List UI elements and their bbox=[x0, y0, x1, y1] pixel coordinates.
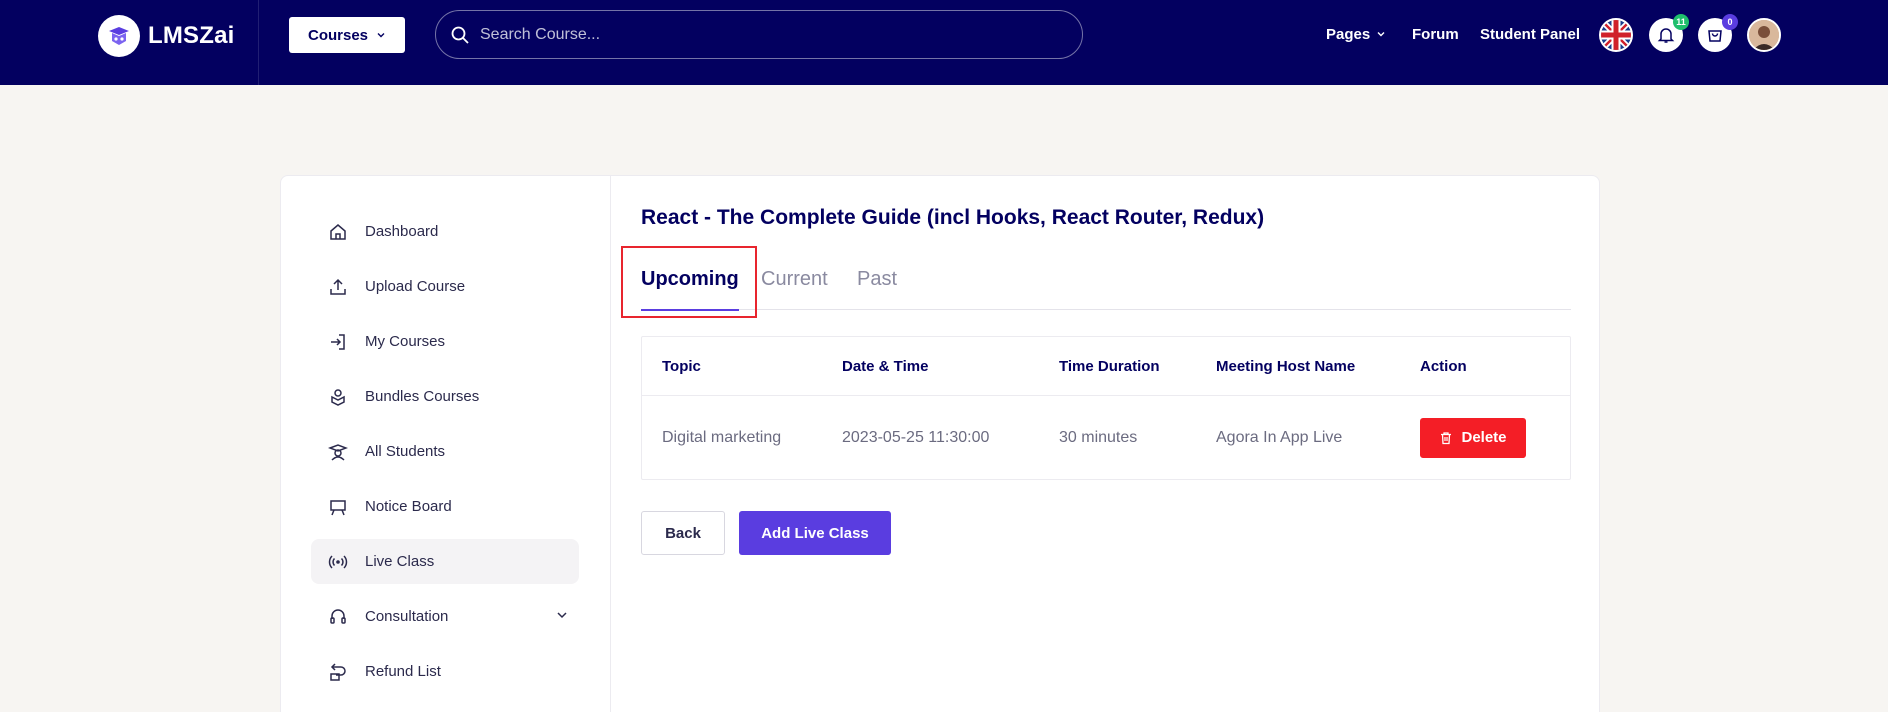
sidebar-item-dashboard[interactable]: Dashboard bbox=[311, 209, 579, 254]
cell-action: Delete bbox=[1400, 417, 1570, 458]
sidebar-item-my-courses[interactable]: My Courses bbox=[311, 319, 579, 364]
sidebar-item-label: Live Class bbox=[365, 553, 435, 570]
dashboard-card: Dashboard Upload Course My Courses Bundl… bbox=[280, 175, 1600, 712]
course-title: React - The Complete Guide (incl Hooks, … bbox=[641, 206, 1265, 229]
refund-icon bbox=[327, 661, 349, 683]
login-icon bbox=[327, 331, 349, 353]
trash-icon bbox=[1441, 431, 1452, 444]
notification-button[interactable]: 11 bbox=[1649, 14, 1689, 52]
header-meeting-host: Meeting Host Name bbox=[1216, 357, 1356, 375]
sidebar-item-label: Dashboard bbox=[365, 223, 439, 240]
brand-name: LMSZai bbox=[148, 22, 235, 49]
bundle-icon bbox=[327, 386, 349, 408]
home-icon bbox=[327, 221, 349, 243]
sidebar-item-label: Consultation bbox=[365, 608, 449, 625]
sidebar-item-label: Upload Course bbox=[365, 278, 466, 295]
sidebar-item-label: Bundles Courses bbox=[365, 388, 480, 405]
uk-flag-icon bbox=[1601, 20, 1631, 50]
cart-icon bbox=[1708, 30, 1722, 42]
cell-host: Agora In App Live bbox=[1216, 428, 1343, 446]
tab-current[interactable]: Current bbox=[761, 268, 828, 310]
search-icon bbox=[451, 26, 469, 44]
brand-logo-icon bbox=[98, 15, 140, 57]
notification-count-badge: 11 bbox=[1673, 14, 1689, 30]
sidebar-item-live-class[interactable]: Live Class bbox=[311, 539, 579, 584]
language-flag-button[interactable] bbox=[1599, 18, 1633, 52]
sidebar-item-all-students[interactable]: All Students bbox=[311, 429, 579, 474]
search-bar bbox=[435, 10, 1083, 59]
chevron-down-icon bbox=[557, 612, 567, 619]
top-navbar: LMSZai Courses Pages Forum Student Panel… bbox=[0, 0, 1888, 85]
sidebar-item-bundles-courses[interactable]: Bundles Courses bbox=[311, 374, 579, 419]
search-input[interactable] bbox=[480, 25, 1040, 44]
broadcast-icon bbox=[327, 551, 349, 573]
avatar-icon bbox=[1749, 20, 1779, 50]
delete-button[interactable]: Delete bbox=[1420, 417, 1526, 458]
upload-icon bbox=[327, 276, 349, 298]
delete-label: Delete bbox=[1461, 429, 1507, 446]
header-topic: Topic bbox=[662, 357, 701, 375]
back-button[interactable]: Back bbox=[641, 511, 725, 555]
nav-forum[interactable]: Forum bbox=[1412, 22, 1459, 46]
courses-label: Courses bbox=[307, 26, 369, 44]
header-divider bbox=[258, 0, 259, 85]
cart-count-badge: 0 bbox=[1722, 14, 1738, 30]
class-tabs: Upcoming Current Past bbox=[641, 268, 1571, 311]
sidebar-item-label: Notice Board bbox=[365, 498, 452, 515]
cell-date-time: 2023-05-25 11:30:00 bbox=[842, 428, 990, 446]
action-buttons: Back Add Live Class bbox=[641, 511, 891, 555]
student-icon bbox=[327, 441, 349, 463]
bell-icon bbox=[1657, 28, 1675, 43]
sidebar-item-refund-list[interactable]: Refund List bbox=[311, 649, 579, 694]
sidebar: Dashboard Upload Course My Courses Bundl… bbox=[281, 176, 611, 712]
nav-student-panel[interactable]: Student Panel bbox=[1480, 22, 1580, 46]
add-live-class-button[interactable]: Add Live Class bbox=[739, 511, 891, 555]
cell-duration: 30 minutes bbox=[1059, 428, 1138, 446]
tab-past[interactable]: Past bbox=[857, 268, 897, 310]
brand[interactable]: LMSZai bbox=[98, 14, 235, 58]
board-icon bbox=[327, 496, 349, 518]
sidebar-item-label: Refund List bbox=[365, 663, 441, 680]
cell-topic: Digital marketing bbox=[662, 428, 782, 446]
tab-upcoming[interactable]: Upcoming bbox=[641, 268, 739, 311]
sidebar-item-upload-course[interactable]: Upload Course bbox=[311, 264, 579, 309]
sidebar-item-label: All Students bbox=[365, 443, 446, 460]
table-row: Digital marketing 2023-05-25 11:30:00 30… bbox=[642, 396, 1570, 479]
chevron-down-icon bbox=[377, 33, 385, 38]
cart-button[interactable]: 0 bbox=[1698, 14, 1738, 52]
user-avatar[interactable] bbox=[1747, 18, 1781, 52]
headset-icon bbox=[327, 606, 349, 628]
sidebar-item-consultation[interactable]: Consultation bbox=[311, 594, 579, 639]
table-header-row: Topic Date & Time Time Duration Meeting … bbox=[642, 337, 1570, 396]
sidebar-item-label: My Courses bbox=[365, 333, 446, 350]
header-time-duration: Time Duration bbox=[1059, 357, 1160, 375]
nav-forum-label: Forum bbox=[1412, 25, 1459, 43]
live-class-table: Topic Date & Time Time Duration Meeting … bbox=[641, 336, 1571, 480]
sidebar-item-notice-board[interactable]: Notice Board bbox=[311, 484, 579, 529]
courses-dropdown-button[interactable]: Courses bbox=[289, 17, 405, 53]
nav-student-panel-label: Student Panel bbox=[1480, 25, 1581, 43]
nav-pages-label: Pages bbox=[1326, 25, 1371, 43]
nav-pages[interactable]: Pages bbox=[1326, 22, 1386, 46]
header-action: Action bbox=[1420, 357, 1467, 375]
header-date-time: Date & Time bbox=[842, 357, 929, 375]
chevron-down-icon bbox=[1377, 32, 1385, 37]
